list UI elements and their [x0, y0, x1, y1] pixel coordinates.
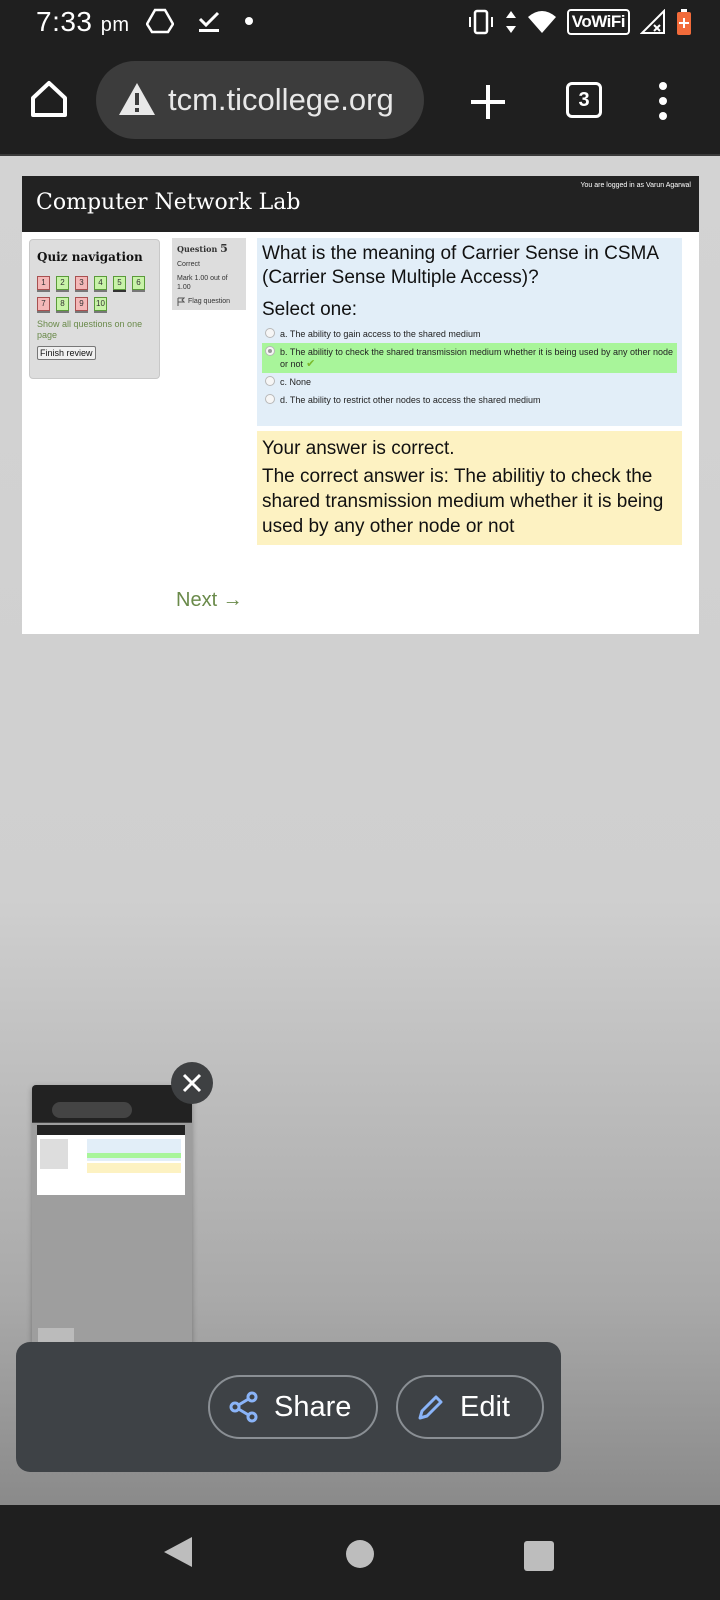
vibrate-icon — [468, 9, 493, 35]
url-text: tcm.ticollege.org — [168, 82, 394, 117]
more-menu-icon[interactable] — [656, 81, 670, 121]
radio-button[interactable] — [265, 376, 275, 386]
finish-review-button[interactable]: Finish review — [37, 346, 96, 360]
web-page: Computer Network Lab You are logged in a… — [22, 176, 699, 634]
close-icon — [182, 1073, 202, 1093]
answer-option-label: d. The ability to restrict other nodes t… — [280, 395, 541, 405]
status-time: 7:33 pm — [36, 6, 130, 37]
radio-button[interactable] — [265, 394, 275, 404]
answer-options: a. The ability to gain access to the sha… — [262, 325, 677, 409]
close-screenshot-button[interactable] — [171, 1062, 213, 1104]
login-info: You are logged in as Varun Agarwal — [580, 182, 691, 189]
quiz-nav-question-10[interactable]: 10 — [94, 297, 107, 313]
share-button[interactable]: Share — [208, 1375, 378, 1439]
select-one-prompt: Select one: — [262, 299, 358, 320]
flag-icon — [177, 297, 185, 306]
quiz-nav-buttons: 1 2 3 4 5 6 7 8 9 10 — [37, 276, 147, 313]
drive-icon — [146, 8, 174, 34]
signal-off-icon — [640, 9, 665, 34]
home-nav-icon[interactable] — [346, 1540, 374, 1568]
pencil-icon — [418, 1395, 443, 1420]
data-arrows-icon — [505, 11, 516, 33]
quiz-nav-title: Quiz navigation — [37, 250, 143, 264]
answer-option[interactable]: c. None — [262, 373, 677, 391]
quiz-nav-question-3[interactable]: 3 — [75, 276, 88, 292]
radio-button[interactable] — [265, 346, 275, 356]
vowifi-label: VoWiFi — [566, 9, 630, 35]
quiz-nav-question-1[interactable]: 1 — [37, 276, 50, 292]
site-header: Computer Network Lab You are logged in a… — [22, 176, 699, 232]
home-icon[interactable] — [28, 78, 70, 120]
correct-answer-text: The correct answer is: The abilitiy to c… — [262, 466, 664, 537]
feedback-result: Your answer is correct. — [262, 438, 455, 459]
answer-option-label: a. The ability to gain access to the sha… — [280, 329, 481, 339]
question-info: Question 5 Correct Mark 1.00 out of 1.00… — [172, 238, 246, 310]
answer-option[interactable]: a. The ability to gain access to the sha… — [262, 325, 677, 343]
quiz-nav-question-2[interactable]: 2 — [56, 276, 69, 292]
answer-option[interactable]: d. The ability to restrict other nodes t… — [262, 391, 677, 409]
answer-option-label: c. None — [280, 377, 312, 387]
question-state: Correct — [177, 261, 200, 268]
quiz-nav-question-9[interactable]: 9 — [75, 297, 88, 313]
warning-icon[interactable] — [118, 81, 156, 117]
browser-toolbar: tcm.ticollege.org 3 — [0, 48, 720, 156]
quiz-navigation-block: Quiz navigation 1 2 3 4 5 6 7 8 9 10 Show all que… — [29, 239, 160, 379]
share-icon — [229, 1391, 258, 1423]
show-all-questions-link[interactable]: Show all questions on one page — [37, 319, 152, 341]
tab-switcher-button[interactable]: 3 — [566, 82, 602, 118]
battery-low-icon — [677, 9, 691, 35]
question-text: What is the meaning of Carrier Sense in … — [262, 243, 659, 288]
question-number: Question 5 — [177, 242, 228, 255]
screenshot-action-panel: Share Edit — [16, 1342, 561, 1472]
quiz-nav-question-6[interactable]: 6 — [132, 276, 145, 292]
back-icon[interactable] — [162, 1535, 194, 1569]
quiz-nav-question-4[interactable]: 4 — [94, 276, 107, 292]
download-done-icon — [198, 11, 220, 32]
quiz-nav-question-5[interactable]: 5 — [113, 276, 126, 292]
dot-icon — [245, 17, 253, 25]
question-mark: Mark 1.00 out of 1.00 — [177, 275, 228, 291]
next-page-link[interactable]: Next → — [176, 589, 243, 612]
answer-feedback: Your answer is correct. The correct answ… — [257, 431, 682, 545]
radio-button[interactable] — [265, 328, 275, 338]
flag-question-button[interactable]: Flag question — [177, 297, 241, 306]
share-label: Share — [274, 1390, 352, 1423]
correct-check-icon: ✔ — [303, 358, 316, 370]
new-tab-icon[interactable] — [468, 82, 508, 122]
question-formulation: What is the meaning of Carrier Sense in … — [257, 238, 682, 426]
recents-icon[interactable] — [524, 1541, 554, 1571]
address-bar[interactable]: tcm.ticollege.org — [96, 61, 424, 139]
site-title[interactable]: Computer Network Lab — [36, 190, 300, 215]
answer-option[interactable]: b. The abilitiy to check the shared tran… — [262, 343, 677, 373]
wifi-icon — [527, 11, 556, 33]
quiz-nav-question-7[interactable]: 7 — [37, 297, 50, 313]
edit-label: Edit — [460, 1390, 510, 1423]
answer-option-label: b. The abilitiy to check the shared tran… — [280, 347, 674, 369]
status-bar: 7:33 pm VoWiFi — [0, 0, 720, 48]
edit-button[interactable]: Edit — [396, 1375, 544, 1439]
system-navigation-bar — [0, 1505, 720, 1600]
quiz-nav-question-8[interactable]: 8 — [56, 297, 69, 313]
